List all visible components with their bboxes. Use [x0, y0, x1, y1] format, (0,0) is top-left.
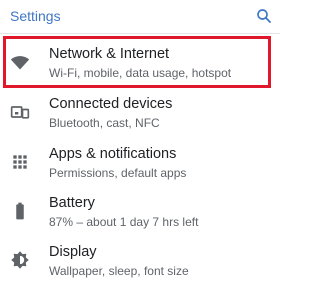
item-subtitle: Bluetooth, cast, NFC [49, 116, 160, 130]
brightness-icon [11, 251, 29, 269]
item-title: Connected devices [49, 96, 173, 112]
highlight-box [3, 36, 271, 88]
devices-icon [10, 106, 30, 119]
settings-item-apps[interactable]: Apps & notifications Permissions, defaul… [0, 137, 280, 187]
page-title: Settings [10, 8, 61, 24]
settings-item-battery[interactable]: Battery 87% – about 1 day 7 hrs left [0, 186, 280, 236]
header-divider [0, 33, 280, 34]
item-subtitle: Permissions, default apps [49, 166, 187, 180]
settings-item-display[interactable]: Display Wallpaper, sleep, font size [0, 235, 280, 285]
search-icon[interactable] [255, 7, 273, 25]
app-bar: Settings [0, 0, 280, 34]
item-title: Battery [49, 195, 95, 211]
battery-icon [16, 202, 24, 220]
settings-item-connected-devices[interactable]: Connected devices Bluetooth, cast, NFC [0, 87, 280, 137]
item-subtitle: 87% – about 1 day 7 hrs left [49, 215, 199, 229]
apps-grid-icon [13, 155, 27, 169]
item-title: Display [49, 244, 97, 260]
item-title: Apps & notifications [49, 146, 177, 162]
item-subtitle: Wallpaper, sleep, font size [49, 264, 189, 278]
